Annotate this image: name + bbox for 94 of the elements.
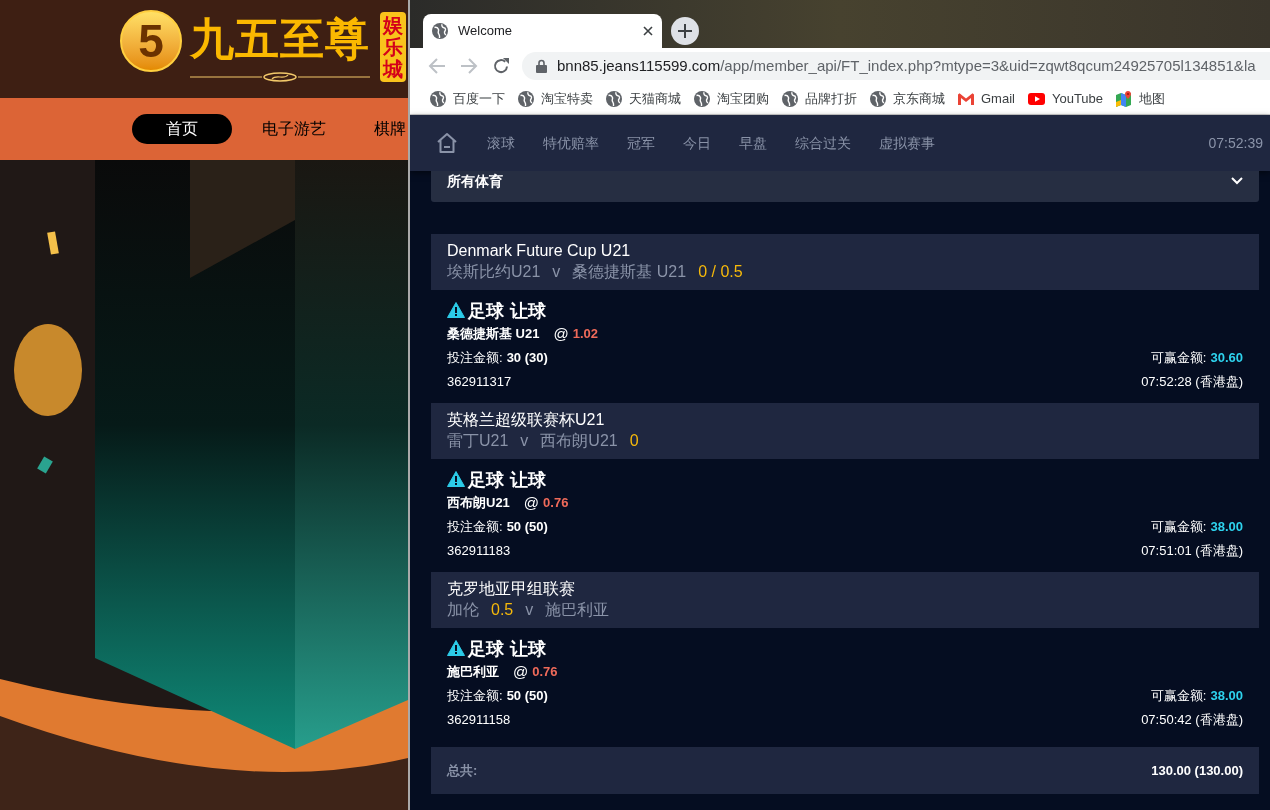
flourish-icon [190, 72, 370, 82]
globe-icon [518, 91, 534, 107]
plus-icon [678, 24, 692, 38]
handicap-value: 0 / 0.5 [698, 262, 743, 282]
bookmark-link[interactable]: 百度一下 [430, 89, 505, 109]
bookmark-link[interactable]: 地图 [1116, 89, 1166, 109]
reload-icon[interactable] [492, 57, 510, 75]
nav-tab[interactable]: 今日 [683, 132, 711, 154]
chevron-down-icon [1231, 177, 1243, 185]
bet-time: 07:51:01 (香港盘) [1141, 542, 1243, 561]
stake-amount: 50 (50) [506, 687, 548, 706]
m-envelope-icon [958, 93, 974, 105]
stake-label: 投注金额: [447, 518, 503, 537]
pick-team: 西布朗U21 [447, 494, 510, 513]
bookmark-link[interactable]: 淘宝团购 [694, 89, 769, 109]
nav-tab[interactable]: 早盘 [739, 132, 767, 154]
play-icon [1027, 93, 1045, 105]
bet-type: 足球 让球 [468, 636, 547, 661]
bookmark-link[interactable]: 品牌打折 [782, 89, 857, 109]
map-pin-icon [1116, 91, 1133, 107]
close-icon[interactable] [643, 26, 653, 36]
at-sign: @ [523, 492, 540, 513]
globe-icon [694, 91, 710, 107]
at-sign: @ [553, 323, 569, 344]
clock-time: 07:52:39 [1208, 133, 1263, 153]
at-sign: @ [513, 661, 529, 682]
nav-tab[interactable]: 虚拟赛事 [879, 132, 935, 154]
warning-icon [447, 640, 465, 656]
nav-link[interactable]: 首页 [132, 114, 232, 144]
stake-amount: 50 (50) [506, 518, 548, 537]
versus-label: v [552, 262, 561, 282]
warning-icon [447, 471, 465, 487]
win-label: 可赢金额: [1150, 349, 1207, 368]
globe-icon [430, 91, 446, 107]
team-name: 西布朗U21 [540, 431, 618, 451]
nav-tab[interactable]: 综合过关 [795, 132, 851, 154]
win-amount: 38.00 [1210, 518, 1243, 537]
win-label: 可赢金额: [1150, 518, 1207, 537]
bookmark-link[interactable]: YouTube [1027, 89, 1104, 109]
handicap-value: 0.5 [491, 600, 514, 620]
bet-time: 07:52:28 (香港盘) [1141, 373, 1243, 392]
globe-icon [870, 91, 886, 107]
stake-label: 投注金额: [447, 687, 503, 706]
odds-value: 0.76 [532, 663, 558, 682]
bet-type: 足球 让球 [468, 298, 547, 323]
total-amount: 130.00 (130.00) [1151, 761, 1243, 780]
bookmark-link[interactable]: 京东商城 [870, 89, 945, 109]
odds-value: 0.76 [543, 494, 569, 513]
new-tab-button[interactable] [671, 17, 699, 45]
logo-emblem: 5 [120, 10, 182, 72]
nav-tab[interactable]: 特优赔率 [543, 132, 599, 154]
logo-title: 九五至尊 [190, 13, 370, 65]
ticket-number: 362911317 [447, 373, 512, 392]
versus-label: v [525, 600, 534, 620]
nav-link[interactable]: 棋牌 [356, 114, 406, 144]
team-name: 埃斯比约U21 [447, 262, 541, 282]
bookmark-link[interactable]: Gmail [958, 89, 1015, 109]
bookmark-link[interactable]: 淘宝特卖 [518, 89, 593, 109]
league-name: Denmark Future Cup U21 [447, 241, 632, 261]
globe-icon [606, 91, 622, 107]
address-field[interactable]: bnn85.jeans115599.com/app/member_api/FT_index.php?mtype=3&uid=zqwt8qcum24925705l134851&la [522, 52, 1270, 80]
league-name: 克罗地亚甲组联赛 [447, 579, 576, 599]
bet-time: 07:50:42 (香港盘) [1141, 711, 1243, 730]
nav-tab[interactable]: 冠军 [627, 132, 655, 154]
warning-icon [447, 302, 465, 318]
stake-amount: 30 (30) [506, 349, 548, 368]
odds-value: 1.02 [572, 325, 598, 344]
stake-label: 投注金额: [447, 349, 503, 368]
win-label: 可赢金额: [1150, 687, 1207, 706]
total-label: 总共: [447, 761, 478, 780]
ticket-number: 362911183 [447, 542, 511, 561]
pick-team: 桑德捷斯基 U21 [447, 325, 540, 344]
versus-label: v [520, 431, 529, 451]
bookmark-link[interactable]: 天猫商城 [606, 89, 681, 109]
home-icon[interactable] [436, 132, 458, 154]
league-name: 英格兰超级联赛杯U21 [447, 410, 606, 430]
bet-type: 足球 让球 [468, 467, 547, 492]
pick-team: 施巴利亚 [447, 663, 499, 682]
nav-tab[interactable]: 滚球 [487, 132, 515, 154]
handicap-value: 0 [629, 431, 639, 451]
browser-tab[interactable]: Welcome [423, 14, 662, 48]
team-name: 加伦 [447, 600, 479, 620]
lock-icon [536, 59, 547, 73]
win-amount: 38.00 [1210, 687, 1243, 706]
globe-icon [432, 23, 448, 39]
logo-subtitle: 娱乐城 [380, 12, 406, 82]
team-name: 桑德捷斯基 U21 [572, 262, 687, 282]
team-name: 施巴利亚 [545, 600, 610, 620]
sport-filter-dropdown[interactable]: 所有体育 [431, 171, 1259, 202]
nav-link[interactable]: 电子游艺 [244, 114, 344, 144]
globe-icon [782, 91, 798, 107]
team-name: 雷丁U21 [447, 431, 509, 451]
win-amount: 30.60 [1210, 349, 1243, 368]
ticket-number: 362911158 [447, 711, 511, 730]
